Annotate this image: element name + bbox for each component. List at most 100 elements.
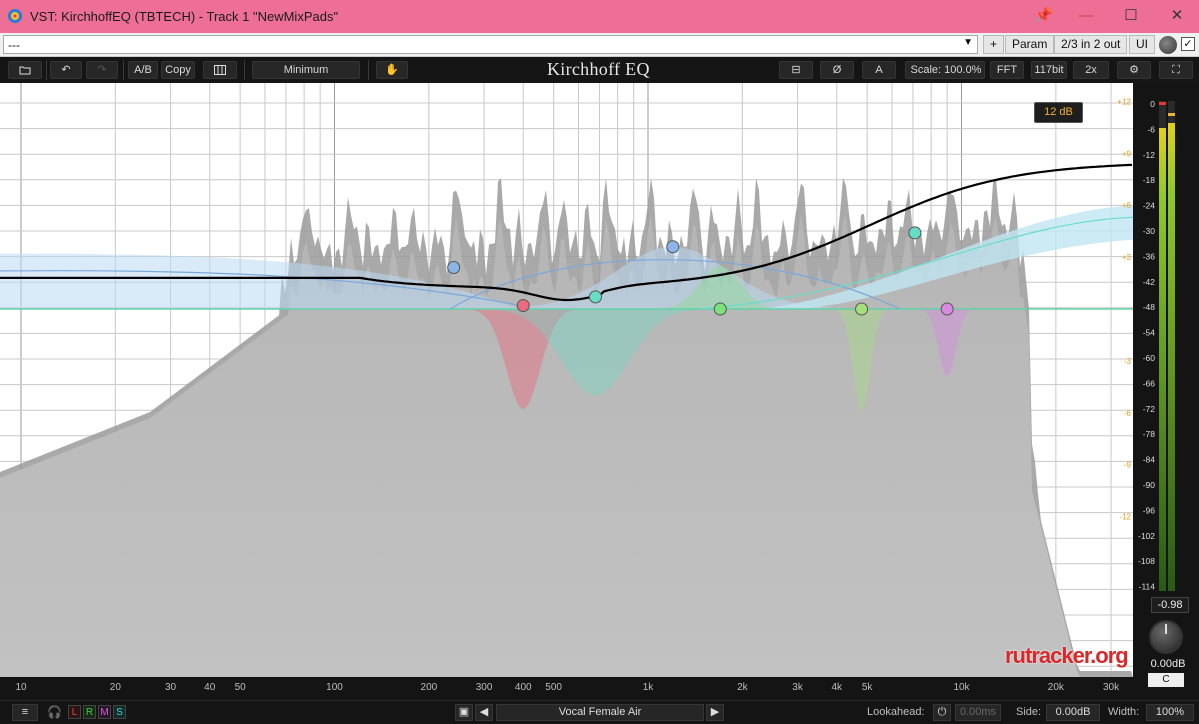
hand-icon[interactable]: ✋ bbox=[376, 61, 408, 79]
channel-button[interactable]: A bbox=[862, 61, 896, 79]
frequency-label: 20k bbox=[1047, 682, 1064, 693]
save-preset-icon[interactable]: ▣ bbox=[455, 704, 473, 721]
phase-mode-select[interactable]: Minimum bbox=[252, 61, 360, 79]
scale-label: Scale: bbox=[910, 64, 942, 76]
db-scale-label: -48 bbox=[1143, 302, 1156, 312]
db-scale-label: -24 bbox=[1143, 201, 1156, 211]
resolution-button[interactable]: 117bit bbox=[1031, 61, 1067, 79]
gain-scale-label: -3 bbox=[1124, 357, 1132, 366]
frequency-label: 4k bbox=[831, 682, 843, 693]
preset-select[interactable]: --- ▼ bbox=[3, 35, 978, 54]
bottom-bar: ≡ 🎧 L R M S ▣ ◀ Vocal Female Air ▶ Looka… bbox=[0, 700, 1199, 724]
scale-value: 100.0% bbox=[944, 64, 982, 76]
copy-button[interactable]: Copy bbox=[161, 61, 195, 79]
frequency-label: 20 bbox=[109, 682, 121, 693]
previous-preset-button[interactable]: ◀ bbox=[475, 704, 493, 721]
output-gain-knob[interactable] bbox=[1149, 620, 1183, 654]
plugin-toolbar: ↶ ↷ A/B Copy Minimum ✋ Kirchhoff EQ ⊟ Ø … bbox=[0, 57, 1199, 83]
width-value[interactable]: 100% bbox=[1146, 704, 1194, 721]
param-button[interactable]: Param bbox=[1005, 35, 1055, 54]
maximize-button[interactable]: ☐ bbox=[1119, 5, 1143, 27]
minimize-button[interactable]: — bbox=[1074, 5, 1098, 27]
db-scale-label: -84 bbox=[1143, 455, 1156, 465]
band-node-1k7[interactable] bbox=[713, 302, 727, 316]
frequency-label: 300 bbox=[475, 682, 493, 693]
menu-icon[interactable]: ≡ bbox=[12, 704, 38, 721]
chevron-down-icon: ▼ bbox=[963, 37, 973, 48]
window-title: VST: KirchhoffEQ (TBTECH) - Track 1 "New… bbox=[30, 9, 339, 24]
db-scale-label: -6 bbox=[1147, 124, 1155, 134]
db-scale-label: -66 bbox=[1143, 378, 1156, 388]
lookahead-value[interactable]: 0.00ms bbox=[955, 704, 1001, 721]
eq-graph[interactable]: +12 +9 +6 +3 -3 -6 -9 -12 bbox=[0, 83, 1133, 677]
solo-left-button[interactable]: L bbox=[68, 705, 81, 719]
band-node-9k[interactable] bbox=[940, 302, 954, 316]
solo-side-button[interactable]: S bbox=[113, 705, 126, 719]
lookahead-power-icon[interactable]: ⏻ bbox=[933, 704, 951, 721]
add-preset-button[interactable]: + bbox=[983, 35, 1005, 54]
window-titlebar: VST: KirchhoffEQ (TBTECH) - Track 1 "New… bbox=[0, 0, 1199, 33]
frequency-label: 2k bbox=[737, 682, 748, 693]
wet-knob[interactable] bbox=[1159, 36, 1177, 54]
db-scale-label: 0 bbox=[1150, 99, 1155, 109]
pin-icon[interactable]: 📌 bbox=[1032, 5, 1056, 27]
ab-button[interactable]: A/B bbox=[128, 61, 158, 79]
fullscreen-icon[interactable]: ⛶ bbox=[1159, 61, 1193, 79]
oversample-button[interactable]: 2x bbox=[1073, 61, 1109, 79]
frequency-label: 3k bbox=[792, 682, 803, 693]
watermark-logo: rutracker.org bbox=[1005, 643, 1129, 668]
frequency-label: 30 bbox=[165, 682, 177, 693]
db-scale-label: -90 bbox=[1143, 480, 1156, 490]
frequency-label: 10 bbox=[15, 682, 27, 693]
settings-gear-icon[interactable]: ⚙ bbox=[1117, 61, 1151, 79]
db-scale-label: -12 bbox=[1143, 150, 1156, 160]
side-value[interactable]: 0.00dB bbox=[1046, 704, 1100, 721]
eq-analyzer-display[interactable]: +12 +9 +6 +3 -3 -6 -9 -12 12 dB rutracker.org bbox=[0, 83, 1133, 677]
channel-select[interactable]: C bbox=[1148, 673, 1184, 687]
output-meter-panel: 0 -6 -12 -18 -24 -30 -36 -42 -48 -54 -60 -66 -72 -78 -… bbox=[1133, 83, 1199, 700]
db-scale-label: -108 bbox=[1138, 556, 1155, 566]
range-tooltip: 12 dB bbox=[1034, 102, 1083, 123]
analyzer-icon[interactable]: ⊟ bbox=[779, 61, 813, 79]
routing-button[interactable]: 2/3 in 2 out bbox=[1054, 35, 1128, 54]
gain-scale-label: +12 bbox=[1117, 97, 1131, 106]
next-preset-button[interactable]: ▶ bbox=[706, 704, 724, 721]
frequency-label: 30k bbox=[1103, 682, 1120, 693]
band-node-low-shelf[interactable] bbox=[447, 260, 461, 274]
gain-scale-label: -12 bbox=[1119, 513, 1131, 522]
meter-right-bar bbox=[1168, 123, 1175, 591]
undo-icon[interactable]: ↶ bbox=[50, 61, 82, 79]
solo-right-button[interactable]: R bbox=[83, 705, 96, 719]
phase-invert-icon[interactable]: Ø bbox=[820, 61, 854, 79]
gain-scale-label: -9 bbox=[1124, 461, 1132, 470]
db-scale-label: -36 bbox=[1143, 251, 1156, 261]
redo-icon[interactable]: ↷ bbox=[86, 61, 118, 79]
piano-icon[interactable] bbox=[203, 61, 237, 79]
bypass-checkbox[interactable]: ✓ bbox=[1181, 37, 1195, 51]
band-node-680[interactable] bbox=[588, 290, 602, 304]
side-label: Side: bbox=[1016, 706, 1042, 718]
frequency-label: 40 bbox=[204, 682, 216, 693]
band-node-notch-400[interactable] bbox=[516, 299, 530, 313]
scale-control[interactable]: Scale: 100.0% bbox=[905, 61, 985, 79]
band-node-bell-1k[interactable] bbox=[666, 240, 680, 254]
ui-button[interactable]: UI bbox=[1129, 35, 1155, 54]
db-scale-label: -102 bbox=[1138, 531, 1155, 541]
db-scale-label: -18 bbox=[1143, 175, 1156, 185]
solo-mid-button[interactable]: M bbox=[98, 705, 111, 719]
meter-left-bar bbox=[1159, 128, 1166, 591]
db-scale-label: -114 bbox=[1139, 582, 1156, 592]
db-scale-label: -60 bbox=[1143, 353, 1156, 363]
fft-button[interactable]: FFT bbox=[990, 61, 1024, 79]
preset-name[interactable]: Vocal Female Air bbox=[496, 704, 704, 721]
headphones-icon[interactable]: 🎧 bbox=[47, 705, 62, 719]
close-button[interactable]: ✕ bbox=[1165, 5, 1189, 27]
plugin-brand: Kirchhoff EQ bbox=[547, 59, 650, 79]
db-scale-label: -54 bbox=[1143, 328, 1156, 338]
reaper-logo-icon bbox=[8, 9, 22, 23]
band-node-5k[interactable] bbox=[855, 302, 869, 316]
db-scale-label: -72 bbox=[1143, 404, 1156, 414]
band-node-high-shelf[interactable] bbox=[908, 226, 922, 240]
frequency-label: 1k bbox=[642, 682, 654, 693]
folder-icon[interactable] bbox=[8, 61, 42, 79]
